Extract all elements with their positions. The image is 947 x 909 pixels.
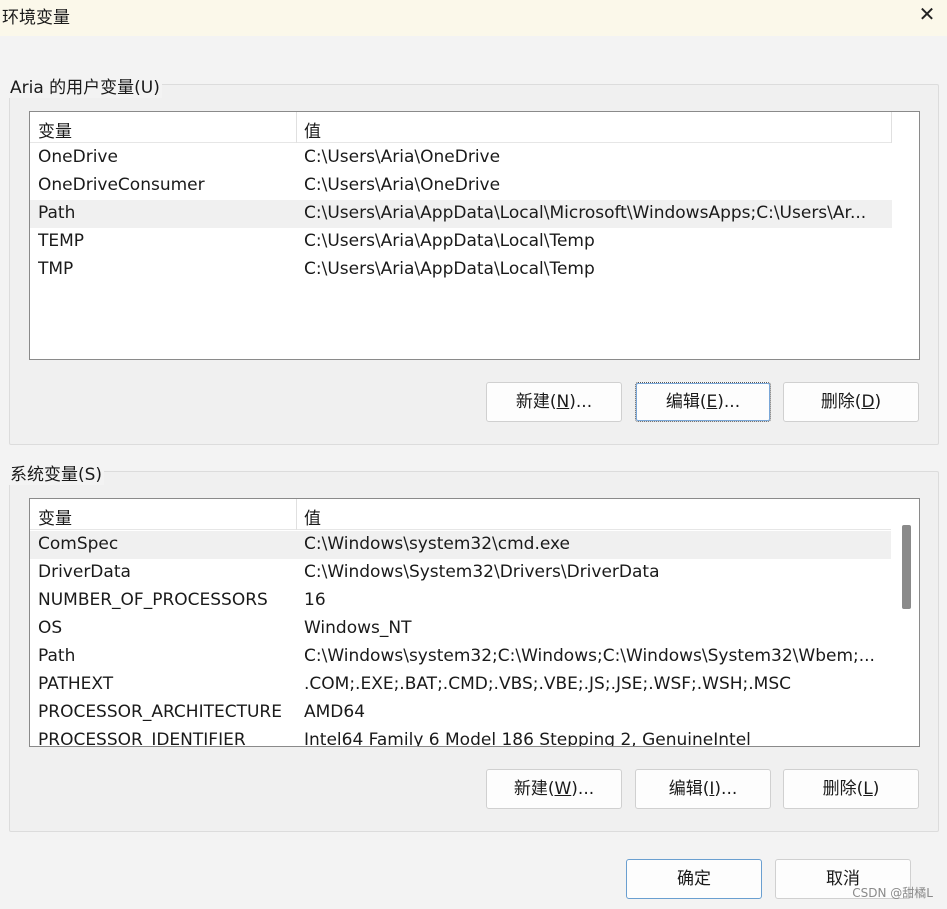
user-delete-button[interactable]: 删除(D) xyxy=(783,382,919,422)
scrollbar-thumb[interactable] xyxy=(902,525,911,609)
variable-value: C:\Users\Aria\OneDrive xyxy=(304,147,501,167)
system-edit-button[interactable]: 编辑(I)... xyxy=(635,769,771,809)
table-row[interactable]: TEMP C:\Users\Aria\AppData\Local\Temp xyxy=(30,228,892,256)
variable-name: Path xyxy=(38,203,76,223)
ok-button[interactable]: 确定 xyxy=(626,859,762,899)
system-new-button[interactable]: 新建(W)... xyxy=(486,769,622,809)
column-divider[interactable] xyxy=(296,112,297,143)
variable-value: C:\Users\Aria\OneDrive xyxy=(304,175,501,195)
vertical-scrollbar[interactable] xyxy=(891,499,919,746)
table-row[interactable]: Path C:\Windows\system32;C:\Windows;C:\Wi… xyxy=(30,643,892,671)
table-row[interactable]: OneDrive C:\Users\Aria\OneDrive xyxy=(30,144,892,172)
column-header-variable[interactable]: 变量 xyxy=(38,504,72,529)
variable-value: Windows_NT xyxy=(304,618,412,638)
user-variables-list[interactable]: 变量 值 OneDrive C:\Users\Aria\OneDrive OneDr… xyxy=(29,111,920,360)
table-row[interactable]: OneDriveConsumer C:\Users\Aria\OneDrive xyxy=(30,172,892,200)
variable-value: C:\Users\Aria\AppData\Local\Microsoft\Wi… xyxy=(304,203,867,223)
variable-name: ComSpec xyxy=(38,534,119,554)
variable-value: C:\Windows\system32\cmd.exe xyxy=(304,534,571,554)
user-new-button[interactable]: 新建(N)... xyxy=(486,382,622,422)
column-header-value[interactable]: 值 xyxy=(304,504,321,529)
variable-name: PROCESSOR_ARCHITECTURE xyxy=(38,702,282,722)
close-button[interactable]: ✕ xyxy=(907,0,947,30)
column-divider[interactable] xyxy=(296,499,297,530)
variable-name: OS xyxy=(38,618,63,638)
variable-name: NUMBER_OF_PROCESSORS xyxy=(38,590,268,610)
variable-value: Intel64 Family 6 Model 186 Stepping 2, G… xyxy=(304,730,751,747)
variable-value: AMD64 xyxy=(304,702,366,722)
system-variables-list[interactable]: 变量 值 ComSpec C:\Windows\system32\cmd.exe D… xyxy=(29,498,920,747)
variable-value: .COM;.EXE;.BAT;.CMD;.VBS;.VBE;.JS;.JSE;.… xyxy=(304,674,792,694)
variable-name: DriverData xyxy=(38,562,131,582)
variable-name: TEMP xyxy=(38,231,85,251)
system-delete-button[interactable]: 删除(L) xyxy=(783,769,919,809)
table-row[interactable]: OS Windows_NT xyxy=(30,615,892,643)
variable-value: 16 xyxy=(304,590,326,610)
window-title: 环境变量 xyxy=(2,8,70,28)
table-row[interactable]: Path C:\Users\Aria\AppData\Local\Microsof… xyxy=(30,200,892,228)
watermark: CSDN @甜橘L xyxy=(852,886,933,900)
variable-name: PROCESSOR_IDENTIFIER xyxy=(38,730,246,747)
column-header-value[interactable]: 值 xyxy=(304,117,321,142)
variable-value: C:\Windows\system32;C:\Windows;C:\Window… xyxy=(304,646,875,666)
variable-name: OneDriveConsumer xyxy=(38,175,205,195)
table-row[interactable]: PROCESSOR_ARCHITECTURE AMD64 xyxy=(30,699,892,727)
table-row[interactable]: PATHEXT .COM;.EXE;.BAT;.CMD;.VBS;.VBE;.JS… xyxy=(30,671,892,699)
title-bar: 环境变量 ✕ xyxy=(0,0,947,36)
table-row[interactable]: NUMBER_OF_PROCESSORS 16 xyxy=(30,587,892,615)
variable-name: OneDrive xyxy=(38,147,118,167)
column-divider[interactable] xyxy=(891,112,892,143)
variable-value: C:\Windows\System32\Drivers\DriverData xyxy=(304,562,660,582)
list-header: 变量 值 xyxy=(30,112,892,143)
list-header: 变量 值 xyxy=(30,499,892,530)
variable-value: C:\Users\Aria\AppData\Local\Temp xyxy=(304,259,595,279)
column-header-variable[interactable]: 变量 xyxy=(38,117,72,142)
table-row[interactable]: DriverData C:\Windows\System32\Drivers\Dr… xyxy=(30,559,892,587)
variable-name: Path xyxy=(38,646,76,666)
table-row[interactable]: ComSpec C:\Windows\system32\cmd.exe xyxy=(30,531,892,559)
variable-value: C:\Users\Aria\AppData\Local\Temp xyxy=(304,231,595,251)
variable-name: TMP xyxy=(38,259,74,279)
table-row[interactable]: TMP C:\Users\Aria\AppData\Local\Temp xyxy=(30,256,892,284)
table-row[interactable]: PROCESSOR_IDENTIFIER Intel64 Family 6 Mod… xyxy=(30,727,892,747)
user-edit-button[interactable]: 编辑(E)... xyxy=(635,382,771,422)
variable-name: PATHEXT xyxy=(38,674,114,694)
user-variables-label: Aria 的用户变量(U) xyxy=(8,73,162,98)
close-icon: ✕ xyxy=(918,2,936,26)
system-variables-label: 系统变量(S) xyxy=(8,460,105,485)
